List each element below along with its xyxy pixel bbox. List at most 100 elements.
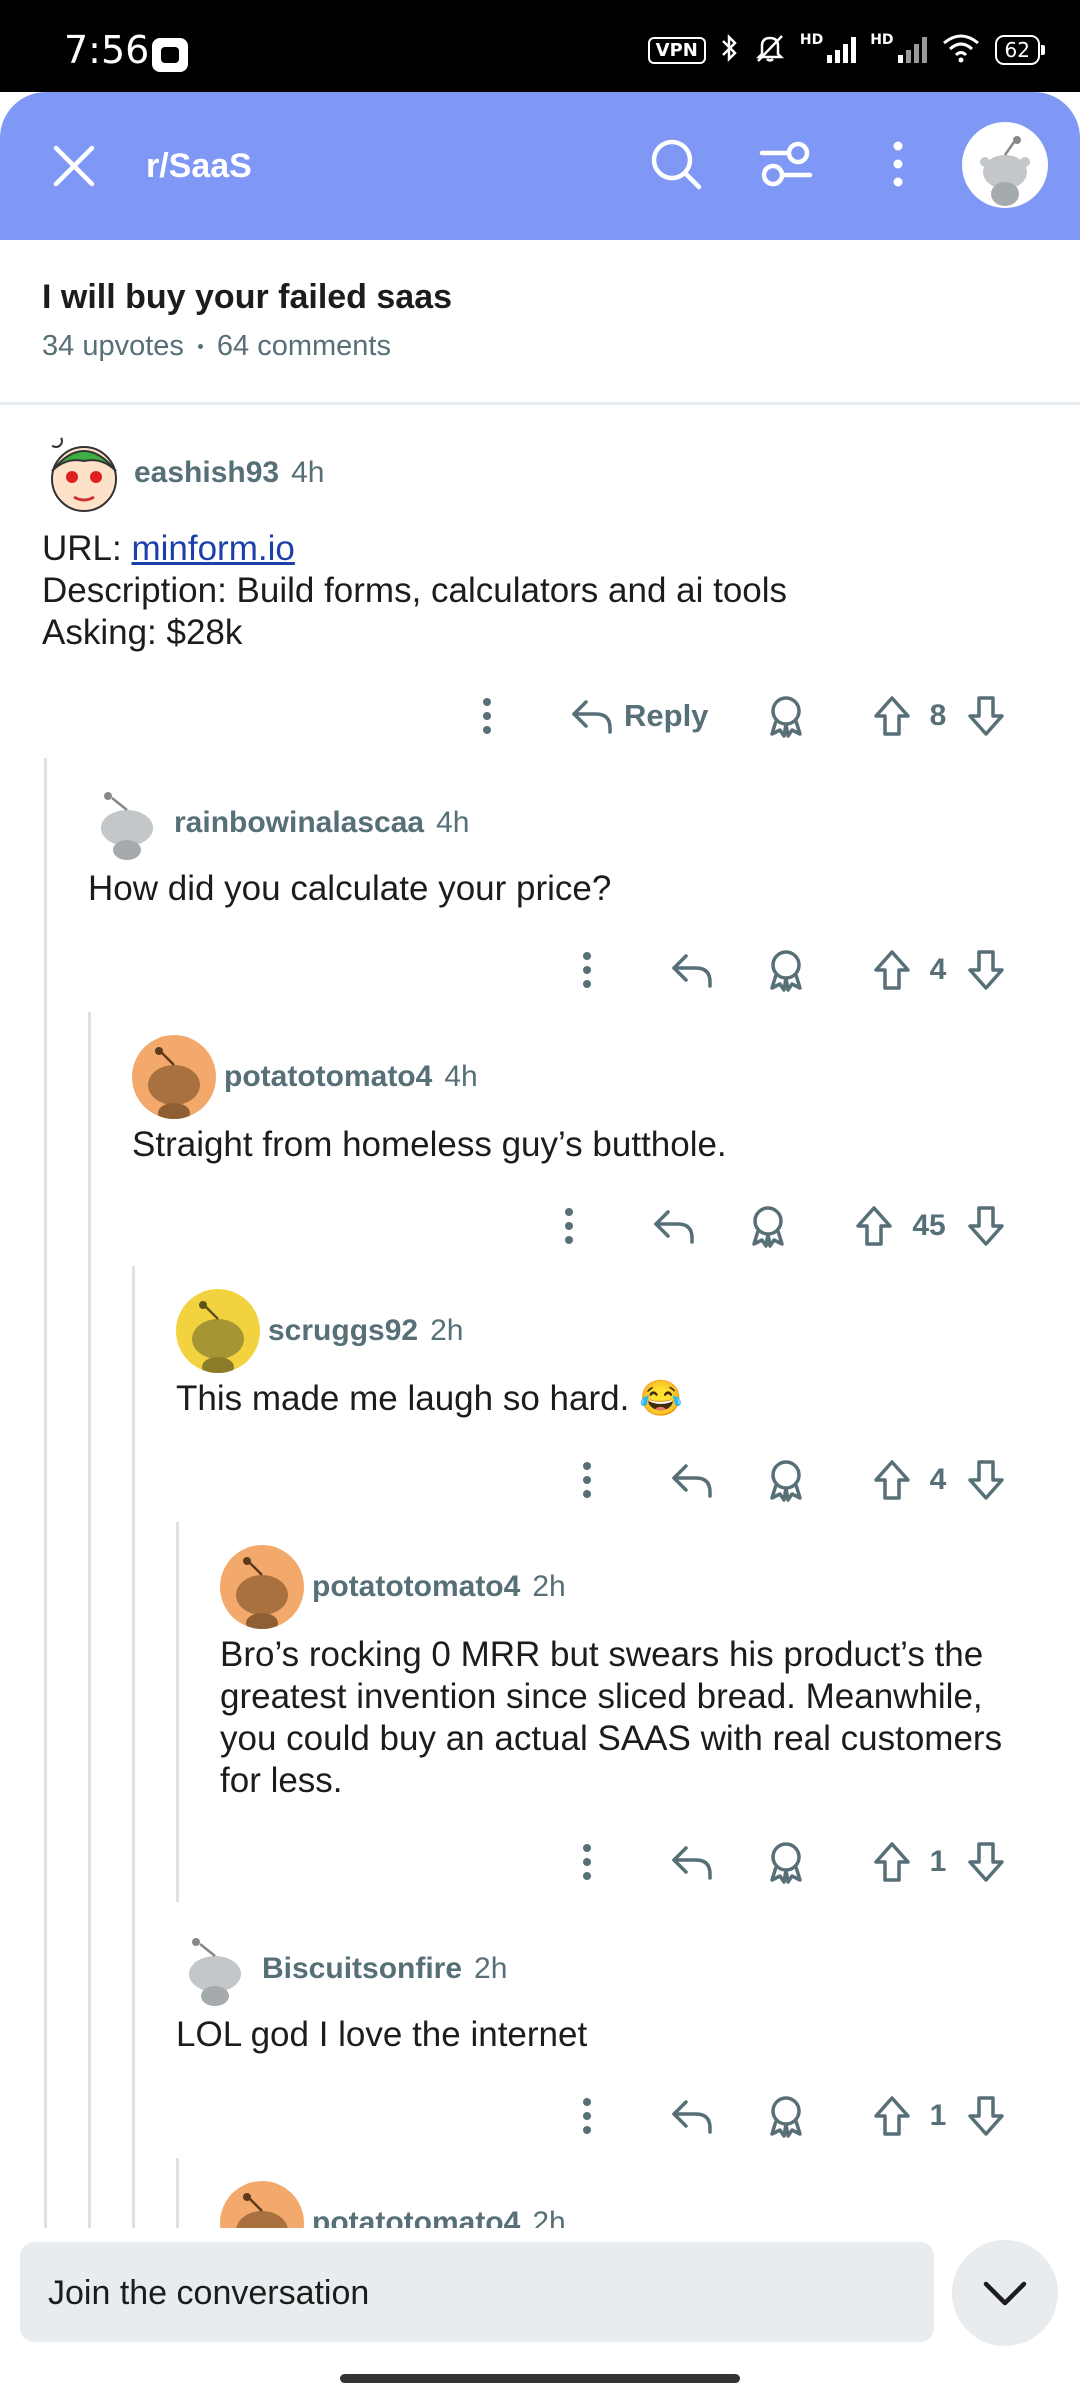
vote-count: 45 bbox=[912, 1209, 946, 1242]
comment-header: eashish93 4h bbox=[42, 430, 324, 516]
more-vertical-icon[interactable] bbox=[570, 942, 604, 998]
username[interactable]: potatotomato4 bbox=[312, 1570, 520, 1604]
home-indicator[interactable] bbox=[340, 2374, 740, 2383]
upvote-icon[interactable] bbox=[870, 1834, 914, 1890]
avatar[interactable] bbox=[220, 1545, 304, 1629]
separator-dot bbox=[197, 344, 203, 349]
downvote-icon[interactable] bbox=[964, 942, 1008, 998]
more-vertical-icon[interactable] bbox=[570, 1834, 604, 1890]
downvote-icon[interactable] bbox=[964, 1452, 1008, 1508]
app-notification-icon bbox=[152, 38, 188, 72]
vote-count: 4 bbox=[929, 1463, 947, 1496]
join-conversation-placeholder[interactable]: Join the conversation bbox=[48, 2274, 369, 2313]
reply-label[interactable]: Reply bbox=[624, 698, 708, 734]
upvote-icon[interactable] bbox=[870, 1452, 914, 1508]
hd-label: HD bbox=[799, 32, 824, 48]
comment-header: Biscuitsonfire 2h bbox=[176, 1926, 507, 2012]
reply-icon[interactable] bbox=[670, 942, 714, 998]
comment-header: potatotomato4 2h bbox=[220, 1544, 566, 1630]
upvote-icon[interactable] bbox=[870, 942, 914, 998]
search-icon[interactable] bbox=[648, 136, 704, 192]
award-icon[interactable] bbox=[764, 942, 808, 998]
status-bar: 7:56 VPN HD HD 62 bbox=[0, 0, 1080, 92]
bluetooth-icon bbox=[720, 32, 740, 69]
comment-line: you could buy an actual SAAS with real c… bbox=[220, 1719, 1003, 1758]
username[interactable]: eashish93 bbox=[134, 456, 279, 490]
downvote-icon[interactable] bbox=[964, 1198, 1008, 1254]
award-icon[interactable] bbox=[746, 1198, 790, 1254]
more-vertical-icon[interactable] bbox=[470, 688, 504, 744]
reply-icon[interactable] bbox=[670, 1834, 714, 1890]
collapse-button[interactable] bbox=[952, 2240, 1058, 2346]
avatar[interactable] bbox=[176, 1289, 260, 1373]
username[interactable]: rainbowinalascaa bbox=[174, 806, 424, 840]
comment-time: 4h bbox=[444, 1060, 478, 1093]
vpn-icon: VPN bbox=[647, 36, 706, 64]
award-icon[interactable] bbox=[764, 1452, 808, 1508]
comment-body: LOL god I love the internet bbox=[176, 2015, 588, 2054]
username[interactable]: scruggs92 bbox=[268, 1314, 418, 1348]
comment-line: URL: minform.io bbox=[42, 529, 295, 568]
thread-line bbox=[132, 1266, 135, 2228]
more-vertical-icon[interactable] bbox=[870, 136, 926, 192]
upvote-icon[interactable] bbox=[852, 1198, 896, 1254]
downvote-icon[interactable] bbox=[964, 1834, 1008, 1890]
bottom-bar: Join the conversation bbox=[0, 2228, 1080, 2400]
subreddit-title[interactable]: r/SaaS bbox=[146, 142, 252, 190]
filter-icon[interactable] bbox=[758, 136, 814, 192]
comment-body: Straight from homeless guy’s butthole. bbox=[132, 1125, 727, 1164]
avatar[interactable] bbox=[132, 1035, 216, 1119]
award-icon[interactable] bbox=[764, 1834, 808, 1890]
reply-icon[interactable] bbox=[652, 1198, 696, 1254]
vote-count: 4 bbox=[929, 953, 947, 986]
comment-actions: Reply 8 bbox=[0, 688, 1080, 744]
post-title[interactable]: I will buy your failed saas bbox=[42, 278, 452, 317]
comment-actions: 45 bbox=[0, 1198, 1080, 1254]
upvote-count: 34 upvotes bbox=[42, 330, 184, 362]
username[interactable]: potatotomato4 bbox=[224, 1060, 432, 1094]
link[interactable]: minform.io bbox=[131, 529, 294, 568]
reply-button[interactable]: Reply bbox=[570, 688, 708, 744]
award-icon[interactable] bbox=[764, 688, 808, 744]
downvote-icon[interactable] bbox=[964, 688, 1008, 744]
comment-time: 2h bbox=[532, 1570, 566, 1603]
username[interactable]: Biscuitsonfire bbox=[262, 1952, 462, 1986]
comment-actions: 4 bbox=[0, 942, 1080, 998]
comment-count: 64 comments bbox=[216, 330, 391, 362]
comment-body: This made me laugh so hard. 😂 bbox=[176, 1379, 683, 1418]
post-meta: 34 upvotes 64 comments bbox=[42, 330, 391, 363]
signal-icon bbox=[827, 37, 857, 63]
clock: 7:56 bbox=[64, 28, 150, 72]
comment-time: 2h bbox=[430, 1314, 464, 1347]
chevron-down-icon bbox=[983, 2281, 1027, 2306]
hd-label: HD bbox=[870, 32, 894, 48]
more-vertical-icon[interactable] bbox=[552, 1198, 586, 1254]
avatar[interactable] bbox=[962, 122, 1048, 208]
vote-count: 8 bbox=[929, 699, 947, 732]
comment-body: Bro’s rocking 0 MRR but swears his produ… bbox=[220, 1634, 1060, 1802]
avatar[interactable] bbox=[176, 1930, 254, 2008]
battery-icon: 62 bbox=[994, 35, 1046, 65]
top-app-bar: r/SaaS bbox=[0, 92, 1080, 240]
downvote-icon[interactable] bbox=[964, 2088, 1008, 2144]
upvote-icon[interactable] bbox=[870, 688, 914, 744]
join-conversation-input[interactable]: Join the conversation bbox=[20, 2242, 934, 2342]
reply-icon[interactable] bbox=[670, 1452, 714, 1508]
reply-icon[interactable] bbox=[670, 2088, 714, 2144]
more-vertical-icon[interactable] bbox=[570, 2088, 604, 2144]
close-icon[interactable] bbox=[50, 142, 98, 190]
comment-time: 4h bbox=[291, 456, 325, 489]
vote-count: 1 bbox=[929, 1845, 947, 1878]
more-vertical-icon[interactable] bbox=[570, 1452, 604, 1508]
comment-actions: 1 bbox=[0, 1834, 1080, 1890]
comment-body: How did you calculate your price? bbox=[88, 869, 612, 908]
divider bbox=[0, 402, 1080, 405]
comment-line: for less. bbox=[220, 1761, 343, 1800]
avatar[interactable] bbox=[88, 784, 166, 862]
avatar[interactable] bbox=[42, 431, 126, 515]
comment-actions: 4 bbox=[0, 1452, 1080, 1508]
award-icon[interactable] bbox=[764, 2088, 808, 2144]
upvote-icon[interactable] bbox=[870, 2088, 914, 2144]
thread-line bbox=[88, 1012, 91, 2228]
comment-header: scruggs92 2h bbox=[176, 1288, 463, 1374]
